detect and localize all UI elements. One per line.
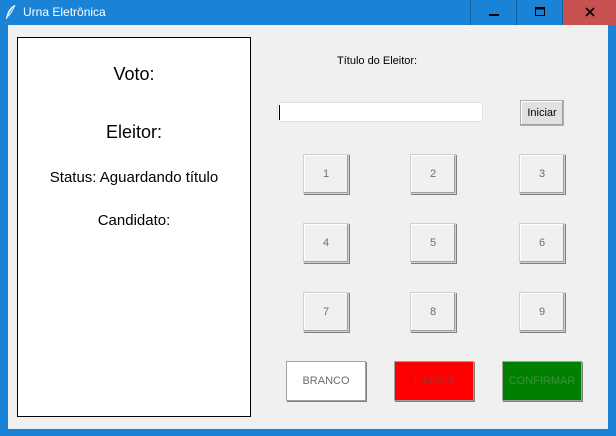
- iniciar-button[interactable]: Iniciar: [520, 100, 564, 126]
- close-button[interactable]: [562, 0, 616, 25]
- window-title: Urna Eletrônica: [23, 5, 106, 19]
- keypad-button-1[interactable]: 1: [303, 154, 349, 194]
- keypad-button-8[interactable]: 8: [410, 292, 456, 332]
- confirmar-button[interactable]: CONFIRMAR: [502, 361, 582, 401]
- maximize-button[interactable]: [516, 0, 562, 25]
- client-area: Voto: Eleitor: Status: Aguardando título…: [8, 25, 608, 429]
- keypad-button-9[interactable]: 9: [519, 292, 565, 332]
- title-bar[interactable]: Urna Eletrônica: [0, 0, 616, 25]
- limpar-button[interactable]: LIMPAR: [394, 361, 474, 401]
- keypad-button-5[interactable]: 5: [410, 223, 456, 263]
- voto-label: Voto:: [113, 64, 155, 84]
- close-icon: [584, 4, 595, 22]
- status-label: Status: Aguardando título: [49, 169, 219, 186]
- keypad-button-2[interactable]: 2: [410, 154, 456, 194]
- minimize-button[interactable]: [470, 0, 516, 25]
- branco-button[interactable]: BRANCO: [286, 361, 366, 401]
- keypad-button-4[interactable]: 4: [303, 223, 349, 263]
- keypad-button-7[interactable]: 7: [303, 292, 349, 332]
- maximize-icon: [534, 4, 545, 22]
- vote-info-panel: Voto: Eleitor: Status: Aguardando título…: [17, 37, 251, 417]
- app-window: Urna Eletrônica Voto: Eleitor: Status: A…: [0, 0, 616, 436]
- candidato-label: Candidato:: [97, 212, 171, 229]
- feather-icon: [4, 4, 18, 20]
- text-caret: [279, 105, 280, 120]
- keypad-button-6[interactable]: 6: [519, 223, 565, 263]
- titulo-label: Título do Eleitor:: [337, 55, 418, 67]
- eleitor-label: Eleitor:: [105, 122, 163, 142]
- keypad-button-3[interactable]: 3: [519, 154, 565, 194]
- titulo-input[interactable]: [277, 102, 483, 122]
- minimize-icon: [488, 4, 499, 22]
